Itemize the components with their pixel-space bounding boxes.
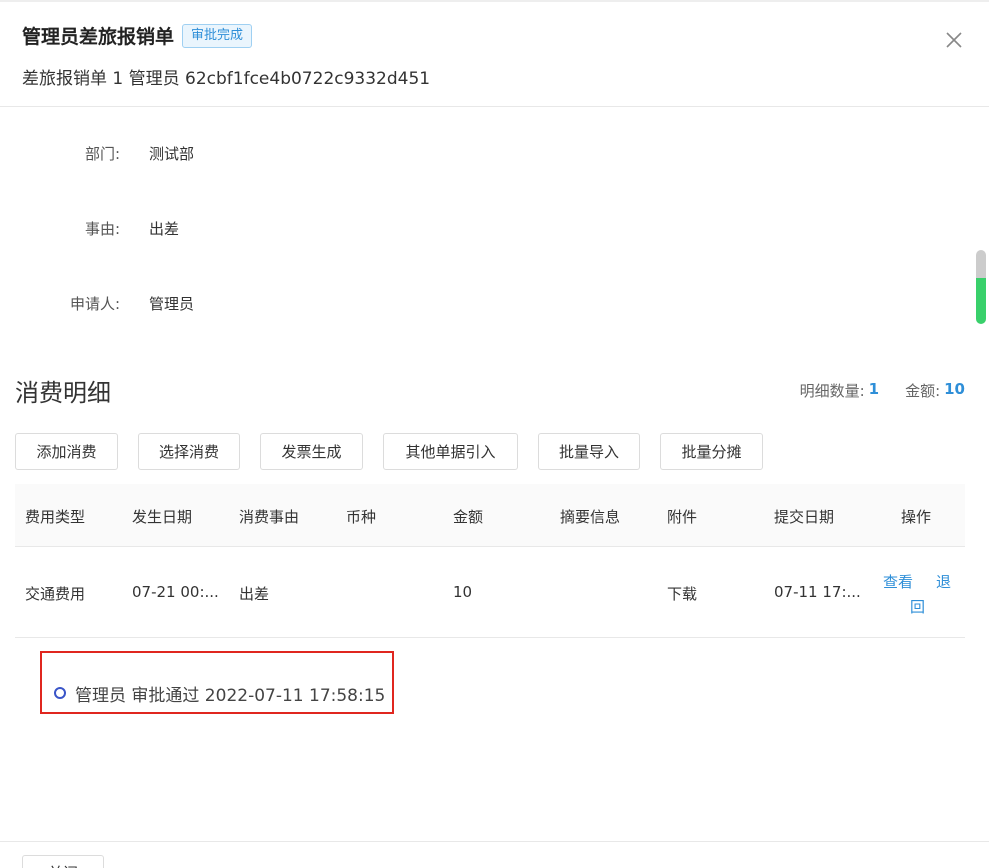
scrollbar-thumb[interactable]	[976, 250, 986, 324]
field-applicant-label: 申请人:	[69, 295, 120, 313]
approval-timeline: 管理员 审批通过 2022-07-11 17:58:15	[40, 651, 394, 714]
field-reason-value: 出差	[149, 220, 180, 238]
title-row: 管理员差旅报销单 审批完成	[22, 22, 253, 49]
page-title: 管理员差旅报销单	[22, 26, 175, 48]
amount-label: 金额:	[905, 382, 941, 400]
close-icon	[946, 32, 962, 48]
download-attachment-link[interactable]: 下载	[667, 583, 697, 604]
select-expense-button[interactable]: 选择消费	[138, 433, 240, 470]
section-summary: 明细数量: 1 金额: 10	[800, 380, 965, 401]
generate-invoice-button[interactable]: 发票生成	[260, 433, 363, 470]
table-header: 费用类型 发生日期 消费事由 币种 金额 摘要信息 附件 提交日期 操作	[15, 484, 965, 547]
column-header: 提交日期	[774, 508, 835, 526]
close-footer-button[interactable]: 关闭	[22, 855, 104, 868]
close-button[interactable]	[940, 26, 968, 54]
column-header: 操作	[901, 508, 932, 526]
cell-submit-date: 07-11 17:...	[774, 583, 861, 601]
section-title: 消费明细	[15, 379, 111, 407]
column-header: 币种	[346, 508, 377, 526]
page-subtitle: 差旅报销单 1 管理员 62cbf1fce4b0722c9332d451	[22, 69, 431, 89]
column-header: 费用类型	[25, 508, 86, 526]
field-reason: 事由: 出差	[0, 218, 700, 239]
batch-import-button[interactable]: 批量导入	[538, 433, 640, 470]
cell-type: 交通费用	[25, 585, 86, 603]
count-label: 明细数量:	[799, 382, 865, 400]
view-link[interactable]: 查看	[883, 571, 913, 592]
status-badge: 审批完成	[182, 23, 253, 48]
top-border	[0, 0, 989, 2]
header-divider	[0, 106, 989, 107]
add-expense-button[interactable]: 添加消费	[15, 433, 118, 470]
timeline-entry: 管理员 审批通过 2022-07-11 17:58:15	[75, 686, 386, 706]
column-header: 附件	[667, 508, 698, 526]
column-header: 摘要信息	[560, 508, 621, 526]
cell-amount: 10	[453, 583, 473, 601]
return-link[interactable]: 退	[936, 571, 951, 592]
cell-reason: 出差	[239, 585, 270, 603]
column-header: 发生日期	[132, 508, 193, 526]
import-other-docs-button[interactable]: 其他单据引入	[383, 433, 518, 470]
field-reason-label: 事由:	[84, 220, 120, 238]
return-link-wrap[interactable]: 回	[910, 596, 925, 617]
timeline-dot-icon	[54, 687, 66, 699]
expense-table: 费用类型 发生日期 消费事由 币种 金额 摘要信息 附件 提交日期 操作 交通费…	[15, 484, 965, 638]
cell-date: 07-21 00:...	[132, 583, 219, 601]
table-row: 交通费用 07-21 00:... 出差 10 下载 07-11 17:... …	[15, 547, 965, 638]
field-department: 部门: 测试部	[0, 143, 700, 164]
batch-allocate-button[interactable]: 批量分摊	[660, 433, 763, 470]
field-department-value: 测试部	[149, 145, 195, 163]
column-header: 金额	[453, 508, 484, 526]
column-header: 消费事由	[239, 508, 300, 526]
count-value: 1	[868, 380, 880, 398]
reimbursement-drawer: 管理员差旅报销单 审批完成 差旅报销单 1 管理员 62cbf1fce4b072…	[0, 0, 989, 868]
footer-divider	[0, 841, 989, 842]
field-department-label: 部门:	[84, 145, 120, 163]
field-applicant-value: 管理员	[149, 295, 195, 313]
field-applicant: 申请人: 管理员	[0, 293, 700, 314]
amount-value: 10	[944, 380, 965, 398]
